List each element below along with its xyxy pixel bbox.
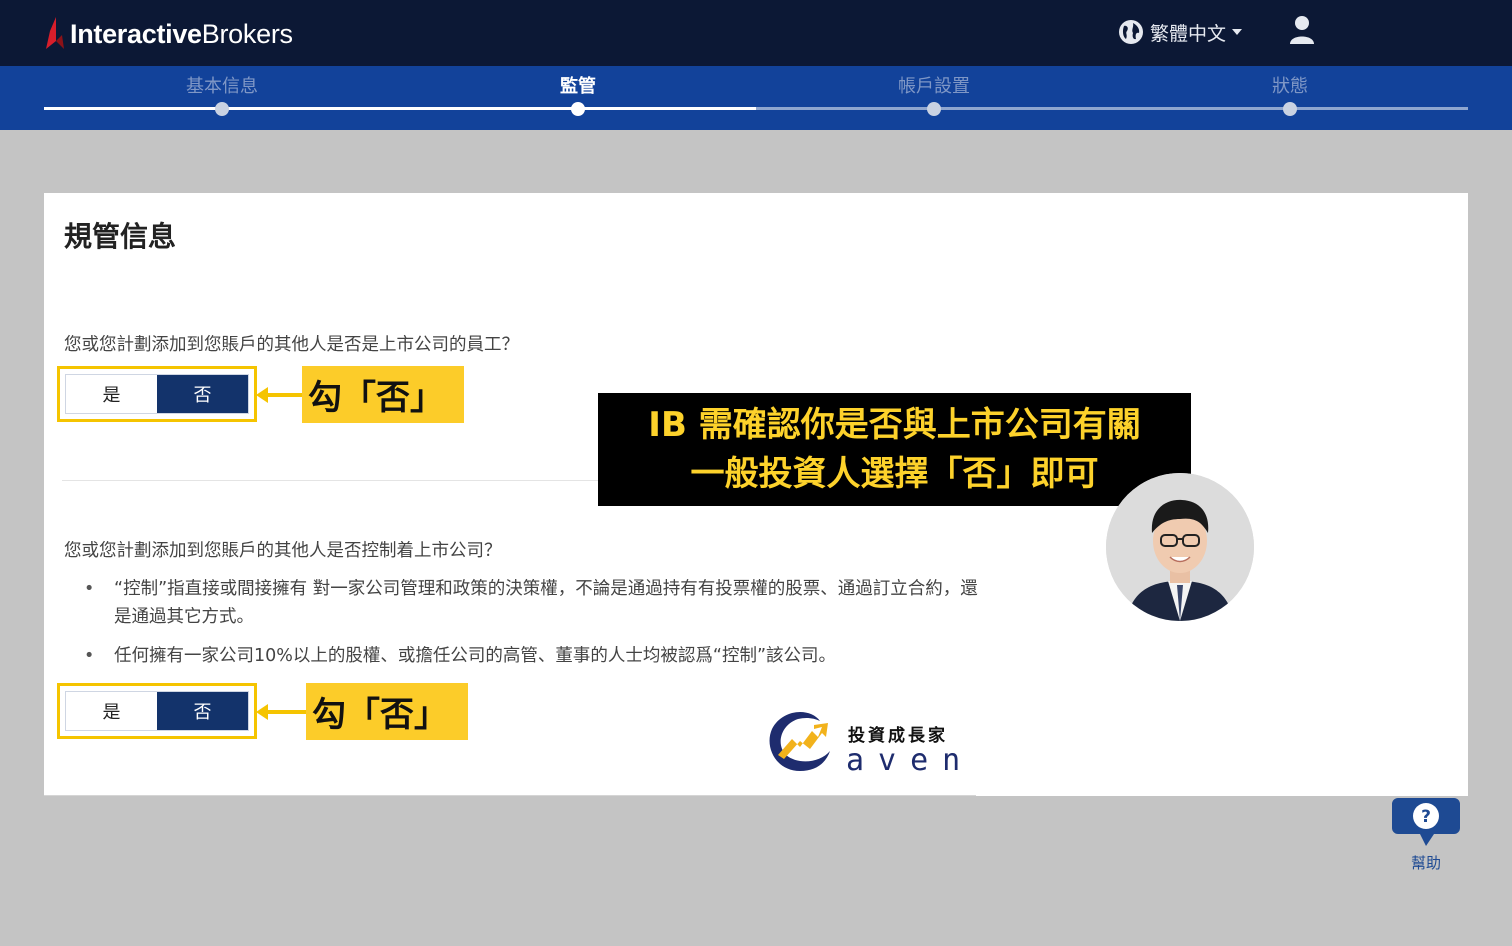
list-item: 任何擁有一家公司10%以上的股權、或擔任公司的高管、董事的人士均被認爲“控制”該…: [84, 642, 984, 670]
person-portrait-icon: [1106, 473, 1254, 621]
step-account-setup[interactable]: 帳戶設置: [834, 66, 1034, 130]
control-yes-no-toggle: 是 否: [65, 691, 249, 731]
presenter-avatar: [1106, 473, 1254, 621]
step-label: 帳戶設置: [898, 76, 970, 97]
question-listed-company-employee: 您或您計劃添加到您賬戶的其他人是否是上市公司的員工？: [64, 335, 519, 355]
ib-flame-icon: [46, 17, 64, 49]
logo-text-light: Brokers: [201, 18, 293, 49]
highlight-frame-toggle-2: 是 否: [57, 683, 257, 739]
brand-watermark: 投資成長家 aven: [764, 705, 984, 781]
step-label: 基本信息: [186, 76, 258, 97]
employee-yes-option[interactable]: 是: [66, 375, 157, 413]
control-definition-list: “控制”指直接或間接擁有 對一家公司管理和政策的決策權，不論是通過持有有投票權的…: [84, 575, 984, 681]
step-dot: [927, 102, 941, 116]
banner-line-1: IB 需確認你是否與上市公司有關: [648, 405, 1141, 445]
language-label: 繁體中文: [1150, 22, 1227, 45]
help-label: 幫助: [1410, 854, 1441, 872]
user-account-icon[interactable]: [1288, 14, 1316, 46]
brand-wordmark: aven: [846, 743, 975, 778]
top-navigation-bar: InteractiveBrokers 繁體中文: [0, 0, 1512, 66]
step-label: 狀態: [1272, 76, 1308, 97]
callout-check-no-1: 勾「否」: [302, 366, 464, 423]
logo-text-bold: Interactive: [70, 18, 202, 49]
control-no-option[interactable]: 否: [157, 692, 248, 730]
step-status[interactable]: 狀態: [1190, 66, 1390, 130]
chevron-down-icon: [1232, 29, 1243, 35]
question-bubble-icon: ?: [1392, 798, 1460, 846]
step-dot: [571, 102, 585, 116]
step-dot: [1283, 102, 1297, 116]
progress-stepper: 基本信息 監管 帳戶設置 狀態: [0, 66, 1512, 130]
step-basic-info[interactable]: 基本信息: [122, 66, 322, 130]
svg-text:?: ?: [1421, 807, 1431, 827]
bottom-divider: [44, 795, 976, 796]
highlight-frame-toggle-1: 是 否: [57, 366, 257, 422]
arrow-left-icon: [256, 704, 306, 720]
step-regulatory[interactable]: 監管: [478, 66, 678, 130]
list-item: “控制”指直接或間接擁有 對一家公司管理和政策的決策權，不論是通過持有有投票權的…: [84, 575, 984, 631]
step-dot: [215, 102, 229, 116]
employee-no-option[interactable]: 否: [157, 375, 248, 413]
banner-line-2: 一般投資人選擇「否」即可: [690, 454, 1099, 494]
globe-icon: [1119, 20, 1143, 44]
section-divider: [62, 480, 622, 481]
callout-check-no-2: 勾「否」: [306, 683, 468, 740]
control-yes-option[interactable]: 是: [66, 692, 157, 730]
arrow-left-icon: [256, 387, 306, 403]
language-selector[interactable]: 繁體中文: [1118, 16, 1243, 48]
annotation-banner: IB 需確認你是否與上市公司有關 一般投資人選擇「否」即可: [598, 393, 1191, 506]
question-controls-listed-company: 您或您計劃添加到您賬戶的其他人是否控制着上市公司？: [64, 541, 502, 561]
page-title: 規管信息: [64, 220, 177, 253]
interactive-brokers-logo[interactable]: InteractiveBrokers: [44, 14, 293, 54]
step-label: 監管: [560, 76, 596, 97]
employee-yes-no-toggle: 是 否: [65, 374, 249, 414]
help-button[interactable]: ? 幫助: [1390, 792, 1462, 874]
brand-logo-icon: [769, 711, 830, 771]
